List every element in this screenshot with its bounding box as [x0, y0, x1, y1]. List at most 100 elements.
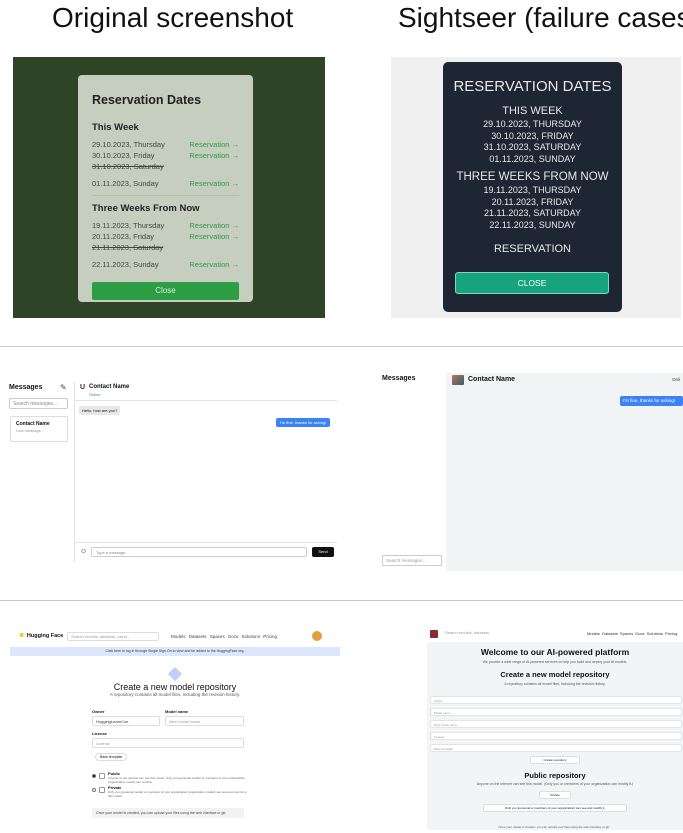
- close-button[interactable]: CLOSE: [455, 272, 609, 294]
- date-text: 01.11.2023, Sunday: [92, 179, 159, 188]
- search-input[interactable]: Search models, datasets, users...: [67, 632, 159, 641]
- search-input[interactable]: Search models, datasets: [445, 630, 489, 635]
- outgoing-message: I'm fine, thanks for asking!: [276, 418, 331, 427]
- owner-input[interactable]: Owner: [430, 696, 682, 704]
- date-row-unavailable: 31.10.2023, Saturday: [92, 161, 239, 172]
- nav-links[interactable]: Models Datasets Spaces Docs Solutions Pr…: [171, 634, 277, 639]
- contact-name: Contact Name: [16, 421, 50, 427]
- page-subtitle: A repository contains all model files, i…: [504, 682, 606, 686]
- reservation-link[interactable]: Reservation →: [189, 139, 239, 150]
- huggingface-original-screenshot: ☻ Hugging Face Search models, datasets, …: [10, 627, 340, 833]
- date-row-unavailable: 21.11.2023, Saturday: [92, 242, 239, 253]
- top-nav: ☻ Hugging Face Search models, datasets, …: [10, 627, 340, 647]
- messages-original-screenshot: Messages ✎ Search messages... Contact Na…: [7, 382, 337, 562]
- license-label: License: [92, 731, 107, 736]
- private-button[interactable]: Private: [539, 791, 571, 799]
- heading-failure: Sightseer (failure cases): [398, 2, 683, 33]
- base-template-button[interactable]: Base template: [95, 753, 128, 761]
- date-row: 30.10.2023, Friday Reservation →: [92, 150, 239, 161]
- date-text: 30.10.2023, Friday: [92, 151, 155, 160]
- top-nav: Search models, datasets Models Datasets …: [425, 627, 683, 641]
- huggingface-failure-screenshot: Search models, datasets Models Datasets …: [425, 627, 683, 833]
- chat-header-name: Contact Name: [89, 384, 130, 390]
- messages-title: Messages: [382, 375, 416, 382]
- reservation-link[interactable]: Reservation →: [189, 259, 239, 270]
- private-radio[interactable]: [92, 788, 96, 792]
- sidebar-divider: [74, 382, 75, 562]
- public-radio[interactable]: [92, 774, 96, 778]
- emoji-icon[interactable]: ☺: [80, 548, 87, 555]
- status-online: Online: [89, 392, 101, 397]
- reservation-card-dark: RESERVATION DATES THIS WEEK 29.10.2023, …: [443, 62, 622, 312]
- date-line: 22.11.2023, SUNDAY: [489, 219, 576, 230]
- reservation-link[interactable]: Reservation →: [189, 220, 239, 231]
- page-title: Create a new model repository: [113, 682, 237, 692]
- public-repo-desc: Anyone on the internet can see this mode…: [476, 782, 634, 786]
- content-panel: Welcome to our AI-powered platform We pr…: [427, 642, 683, 830]
- logo[interactable]: ☻ Hugging Face: [18, 632, 63, 639]
- upload-note: Once your model is created, you can uplo…: [92, 808, 244, 818]
- header-divider: [75, 400, 337, 401]
- date-text: 22.11.2023, Sunday: [92, 260, 159, 269]
- date-text-struck: 31.10.2023, Saturday: [92, 162, 164, 171]
- model-name-input[interactable]: Model name: [430, 708, 682, 716]
- date-line: 30.10.2023, FRIDAY: [491, 130, 574, 141]
- date-row: 22.11.2023, Sunday Reservation →: [92, 259, 239, 270]
- date-line: 20.11.2023, FRIDAY: [491, 196, 574, 207]
- private-lock-icon: [99, 787, 105, 793]
- reservation-link[interactable]: Reservation →: [189, 150, 239, 161]
- date-line: 01.11.2023, SUNDAY: [489, 153, 576, 164]
- message-input[interactable]: Type a message...: [91, 547, 307, 557]
- date-row: 20.11.2023, Friday Reservation →: [92, 231, 239, 242]
- page-subtitle: A repository contains all model files, i…: [109, 692, 241, 697]
- reservation-link[interactable]: Reservation →: [189, 178, 239, 189]
- public-option-desc: Anyone on the internet can see this mode…: [108, 776, 245, 784]
- welcome-title: Welcome to our AI-powered platform: [480, 647, 630, 657]
- reservation-original-screenshot: Reservation Dates This Week 29.10.2023, …: [13, 57, 325, 318]
- new-model-name-input[interactable]: New model name: [430, 720, 682, 728]
- section-three-weeks: THREE WEEKS FROM NOW: [456, 171, 609, 183]
- messages-title: Messages: [9, 384, 43, 391]
- date-text-struck: 21.11.2023, Saturday: [92, 243, 164, 252]
- model-cube-icon: [167, 666, 183, 682]
- reservation-link[interactable]: Reservation →: [189, 231, 239, 242]
- card-title: Reservation Dates: [92, 93, 202, 107]
- date-row: 19.11.2023, Thursday Reservation →: [92, 220, 239, 231]
- sso-banner[interactable]: Click here to log in through Single Sign…: [10, 647, 340, 656]
- close-button[interactable]: Close: [92, 282, 239, 300]
- logo-icon[interactable]: [430, 630, 438, 638]
- public-repo-title: Public repository: [524, 771, 586, 780]
- pencil-icon[interactable]: ✎: [60, 383, 67, 392]
- create-repository-button[interactable]: Create repository: [530, 756, 580, 764]
- contact-list-item[interactable]: Contact Name Last message...: [10, 416, 68, 442]
- date-line: 21.11.2023, SATURDAY: [483, 208, 582, 218]
- upload-note: Once your model is created, you can uplo…: [498, 825, 610, 829]
- model-name-input[interactable]: New model name: [165, 716, 244, 726]
- model-name-label: Model name: [165, 709, 189, 714]
- section-this-week: THIS WEEK: [502, 105, 563, 117]
- welcome-subtitle: We provide a wide range of AI-powered se…: [482, 660, 628, 664]
- incoming-message: Hello, how are you?: [79, 406, 121, 415]
- search-input[interactable]: Search messages...: [382, 555, 442, 566]
- section-divider: [92, 195, 239, 196]
- status-online: Onli: [672, 377, 681, 382]
- date-row: 01.11.2023, Sunday Reservation →: [92, 178, 239, 189]
- row-divider: [0, 600, 683, 601]
- license-input[interactable]: License: [430, 732, 682, 740]
- base-template-input[interactable]: Base template: [430, 744, 682, 752]
- user-avatar[interactable]: [312, 631, 322, 641]
- search-input[interactable]: Search messages...: [9, 398, 68, 409]
- section-this-week: This Week: [92, 122, 139, 133]
- reservation-card: Reservation Dates This Week 29.10.2023, …: [78, 75, 253, 302]
- outgoing-message: I'm fine, thanks for asking!: [620, 396, 683, 406]
- date-row: 29.10.2023, Thursday Reservation →: [92, 139, 239, 150]
- owner-select[interactable]: HuggingLearnCoe: [92, 716, 160, 726]
- hugging-face-icon: ☻: [18, 632, 26, 639]
- private-desc-button[interactable]: Only you (personal or members of your or…: [483, 804, 627, 812]
- logo-text: Hugging Face: [26, 633, 64, 639]
- date-line: 31.10.2023, SATURDAY: [483, 142, 582, 152]
- date-text: 29.10.2023, Thursday: [92, 140, 165, 149]
- license-input[interactable]: License: [92, 738, 244, 748]
- nav-links[interactable]: Models Datasets Spaces Docs Solutions Pr…: [587, 631, 677, 636]
- send-button[interactable]: Send: [312, 547, 334, 557]
